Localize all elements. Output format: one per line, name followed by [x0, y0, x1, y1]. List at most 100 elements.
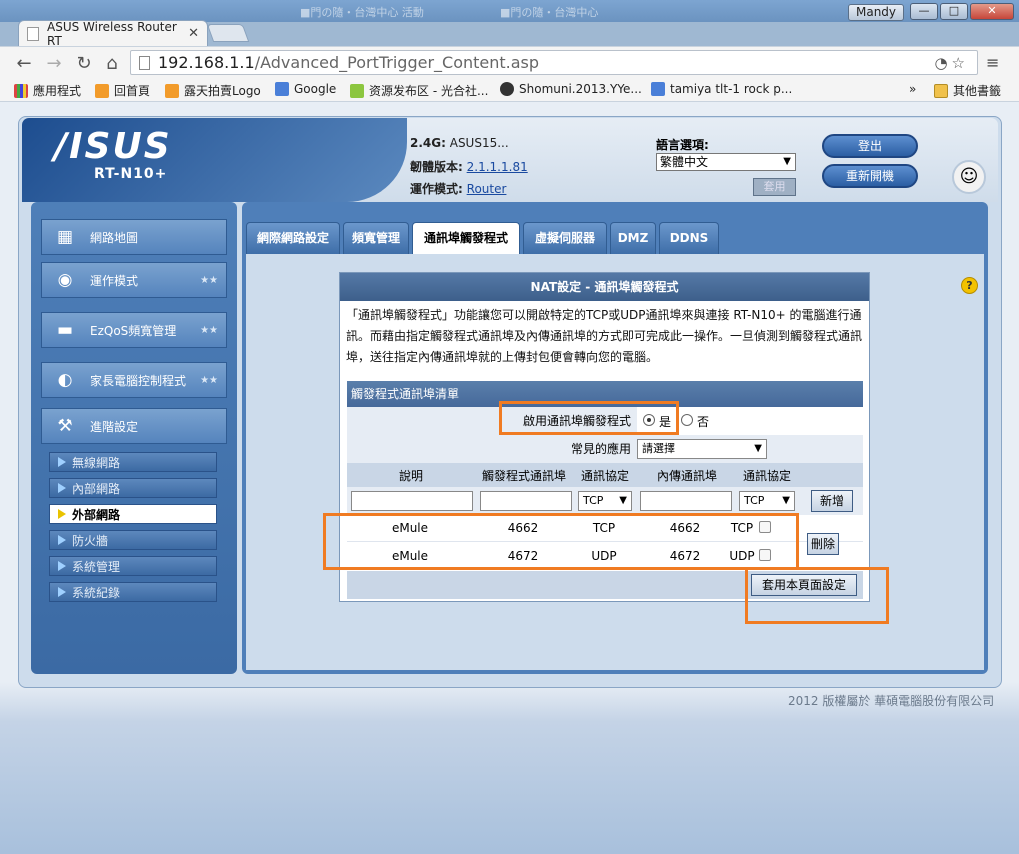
firmware-link[interactable]: 2.1.1.1.81 — [467, 160, 528, 174]
menu-parental-control[interactable]: ◐ 家長電腦控制程式 ★★ — [41, 362, 227, 398]
submenu-wan[interactable]: 外部網路 — [49, 504, 217, 524]
close-tab-icon[interactable]: ✕ — [188, 26, 199, 41]
forward-arrow-icon[interactable]: → — [44, 53, 64, 74]
submenu-wireless[interactable]: 無線網路 — [49, 452, 217, 472]
bookmark-label: 其他書籤 — [953, 84, 1002, 98]
back-arrow-icon[interactable]: ← — [14, 53, 34, 74]
language-value: 繁體中文 — [660, 155, 709, 169]
bookmark-item[interactable]: Google — [275, 82, 336, 96]
trigger-protocol-select[interactable]: TCP ▼ — [578, 491, 632, 511]
other-bookmarks[interactable]: 其他書籤 — [934, 82, 1001, 99]
bookmark-label: 回首頁 — [114, 84, 151, 98]
browser-tab[interactable]: ASUS Wireless Router RT ✕ — [18, 20, 208, 48]
stars-icon: ★★ — [200, 275, 218, 286]
reboot-button[interactable]: 重新開機 — [822, 164, 918, 188]
parental-control-icon: ◐ — [57, 370, 73, 390]
chevron-down-icon: ▼ — [754, 443, 762, 454]
select-value: TCP — [744, 494, 765, 507]
incoming-protocol-select[interactable]: TCP ▼ — [739, 491, 795, 511]
triangle-icon — [58, 483, 66, 493]
close-window-icon[interactable]: ✕ — [970, 3, 1014, 20]
help-avatar-icon[interactable]: ☺ — [952, 160, 986, 194]
column-header: 通訊協定 — [743, 469, 792, 483]
table-header: 說明 觸發程式通訊埠 通訊協定 內傳通訊埠 通訊協定 — [347, 463, 863, 487]
menu-operation-mode[interactable]: ◉ 運作模式 ★★ — [41, 262, 227, 298]
tab-port-trigger[interactable]: 通訊埠觸發程式 — [412, 222, 520, 254]
submenu-label: 無線網路 — [72, 455, 121, 470]
tab-internet[interactable]: 網際網路設定 — [246, 222, 340, 254]
new-rule-row: TCP ▼ TCP ▼ 新增 — [347, 487, 863, 515]
triangle-icon — [58, 509, 66, 519]
submenu-administration[interactable]: 系統管理 — [49, 556, 217, 576]
bookmarks-overflow[interactable]: » — [909, 82, 916, 96]
highlight-apply — [745, 567, 889, 624]
logout-button[interactable]: 登出 — [822, 134, 918, 158]
menu-ezqos[interactable]: ▬ EzQoS頻寬管理 ★★ — [41, 312, 227, 348]
sidebar: ▦ 網路地圖 ◉ 運作模式 ★★ ▬ EzQoS頻寬管理 ★★ ◐ 家長電腦控制程式 ★★ ⚒… — [31, 202, 237, 674]
tab-bandwidth[interactable]: 頻寬管理 — [343, 222, 409, 254]
tab-virtual-server[interactable]: 虛擬伺服器 — [523, 222, 607, 254]
url-path: /Advanced_PortTrigger_Content.asp — [254, 53, 540, 72]
router-header: /ISUS RT-N10+ 2.4G: ASUS15... 韌體版本: 2.1.… — [22, 118, 998, 202]
bookmark-label: Shomuni.2013.YYe... — [519, 82, 642, 96]
tab-ddns[interactable]: DDNS — [659, 222, 719, 254]
language-label: 語言選項: — [656, 138, 709, 152]
menu-network-map[interactable]: ▦ 網路地圖 — [41, 219, 227, 255]
submenu-system-log[interactable]: 系統紀錄 — [49, 582, 217, 602]
incoming-port-input[interactable] — [640, 491, 732, 511]
description-input[interactable] — [351, 491, 473, 511]
submenu-lan[interactable]: 內部網路 — [49, 478, 217, 498]
radio-no[interactable] — [681, 414, 693, 426]
submenu-label: 外部網路 — [72, 507, 121, 522]
help-icon[interactable]: ? — [961, 277, 978, 294]
chevron-down-icon: ▼ — [783, 156, 791, 167]
profile-button[interactable]: Mandy — [848, 4, 904, 21]
home-icon[interactable]: ⌂ — [102, 53, 122, 74]
bookmark-item[interactable]: tamiya tlt-1 rock p... — [651, 82, 792, 96]
background-tab[interactable]: ■門の隨・台灣中心 — [500, 3, 598, 21]
menu-advanced-settings[interactable]: ⚒ 進階設定 — [41, 408, 227, 444]
ssid-info: 2.4G: ASUS15... — [410, 136, 509, 150]
maximize-icon[interactable]: □ — [940, 3, 968, 20]
translate-star-icons[interactable]: ◔☆ — [934, 54, 969, 72]
chevron-down-icon: ▼ — [619, 495, 627, 506]
language-select[interactable]: 繁體中文 ▼ — [656, 153, 796, 171]
trigger-port-input[interactable] — [480, 491, 572, 511]
apps-icon — [14, 83, 28, 98]
new-tab-button[interactable] — [206, 24, 250, 42]
radio-no-label: 否 — [697, 415, 710, 429]
site-icon — [350, 83, 364, 98]
bookmark-item[interactable]: Shomuni.2013.YYe... — [500, 82, 642, 96]
bookmark-item[interactable]: 资源发布区 - 光合社... — [350, 82, 488, 99]
address-bar[interactable]: 192.168.1.1/Advanced_PortTrigger_Content… — [130, 50, 978, 75]
mode-link[interactable]: Router — [467, 182, 507, 196]
submenu-firewall[interactable]: 防火牆 — [49, 530, 217, 550]
minimize-icon[interactable]: — — [910, 3, 938, 20]
triangle-icon — [58, 535, 66, 545]
background-tab[interactable]: ■門の隨・台灣中心 活動 — [300, 3, 424, 21]
tab-dmz[interactable]: DMZ — [610, 222, 656, 254]
language-apply-button[interactable]: 套用 — [753, 178, 796, 196]
common-app-select[interactable]: 請選擇 ▼ — [637, 439, 767, 459]
bookmark-item[interactable]: 露天拍賣Logo — [165, 82, 261, 99]
bookmark-label: 资源发布区 - 光合社... — [369, 84, 489, 98]
browser-toolbar: ← → ↻ ⌂ 192.168.1.1/Advanced_PortTrigger… — [0, 46, 1019, 78]
column-header: 說明 — [399, 469, 424, 483]
firmware-info: 韌體版本: 2.1.1.1.81 — [410, 158, 528, 175]
add-button[interactable]: 新增 — [811, 490, 853, 512]
model-name: RT-N10+ — [94, 166, 168, 182]
qos-icon: ▬ — [56, 320, 74, 340]
bookmark-item[interactable]: 回首頁 — [95, 82, 150, 99]
firmware-label: 韌體版本: — [410, 160, 463, 174]
highlight-rules — [323, 513, 799, 570]
bookmarks-bar: 應用程式 回首頁 露天拍賣Logo Google 资源发布区 - 光合社... … — [0, 78, 1019, 102]
highlight-enable — [499, 401, 679, 435]
delete-button[interactable]: 刪除 — [807, 533, 839, 555]
reload-icon[interactable]: ↻ — [74, 53, 94, 74]
folder-icon — [934, 83, 948, 98]
menu-icon[interactable]: ≡ — [986, 53, 999, 72]
url-host: 192.168.1.1 — [158, 53, 255, 72]
stars-icon: ★★ — [200, 375, 218, 386]
page-icon — [27, 26, 39, 41]
bookmark-apps[interactable]: 應用程式 — [14, 82, 81, 99]
